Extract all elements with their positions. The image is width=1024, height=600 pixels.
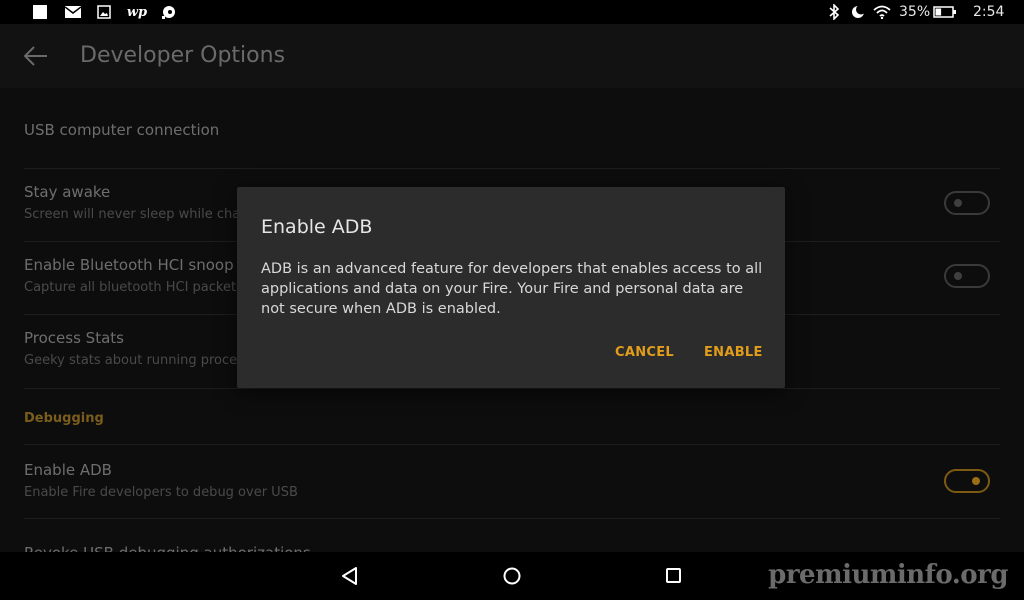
bluetooth-hci-toggle[interactable]: [944, 264, 990, 288]
nav-back-button[interactable]: [338, 564, 362, 588]
wifi-icon: [872, 4, 892, 20]
dialog-message: ADB is an advanced feature for developer…: [261, 261, 763, 317]
status-bar: wp 35% 2:54: [0, 0, 1024, 24]
stay-awake-toggle[interactable]: [944, 191, 990, 215]
back-button[interactable]: [20, 44, 52, 68]
battery-percent: 35%: [899, 4, 931, 20]
toggle-knob: [954, 272, 962, 280]
setting-enable-adb[interactable]: Enable ADB Enable Fire developers to deb…: [24, 460, 1000, 502]
divider: [24, 168, 1000, 169]
washington-post-icon: wp: [126, 4, 148, 20]
enable-adb-dialog: Enable ADB ADB is an advanced feature fo…: [237, 187, 785, 388]
battery-icon: [932, 4, 958, 20]
image-icon: [96, 4, 112, 20]
setting-title: Enable ADB: [24, 461, 112, 479]
setting-revoke-usb-debugging[interactable]: Revoke USB debugging authorizations: [24, 543, 1000, 552]
divider: [24, 444, 1000, 445]
watermark: premiuminfo.org: [768, 560, 1008, 590]
setting-usb-connection[interactable]: USB computer connection: [24, 120, 1000, 140]
home-circle-icon: [503, 567, 521, 585]
do-not-disturb-moon-icon: [850, 4, 866, 20]
back-triangle-icon: [342, 567, 357, 585]
page-title: Developer Options: [80, 43, 286, 68]
square-notification-icon: [32, 4, 48, 20]
divider: [24, 388, 1000, 389]
setting-subtitle: Enable Fire developers to debug over USB: [24, 485, 298, 500]
nav-recents-button[interactable]: [662, 564, 686, 588]
nav-home-button[interactable]: [500, 564, 524, 588]
enable-button[interactable]: ENABLE: [704, 345, 763, 360]
chat-icon: [160, 4, 178, 20]
toggle-knob: [954, 199, 962, 207]
clock: 2:54: [973, 4, 1005, 20]
toggle-knob: [972, 477, 980, 485]
divider: [24, 518, 1000, 519]
cancel-button[interactable]: CANCEL: [615, 345, 674, 360]
dialog-title: Enable ADB: [261, 216, 373, 238]
mail-icon: [64, 4, 82, 20]
arrow-left-icon: [23, 46, 47, 66]
recents-square-icon: [666, 568, 681, 583]
section-header-debugging: Debugging: [24, 411, 104, 426]
setting-title: Revoke USB debugging authorizations: [24, 543, 1000, 552]
enable-adb-toggle[interactable]: [944, 469, 990, 493]
setting-title: USB computer connection: [24, 121, 220, 139]
bluetooth-icon: [826, 4, 842, 20]
